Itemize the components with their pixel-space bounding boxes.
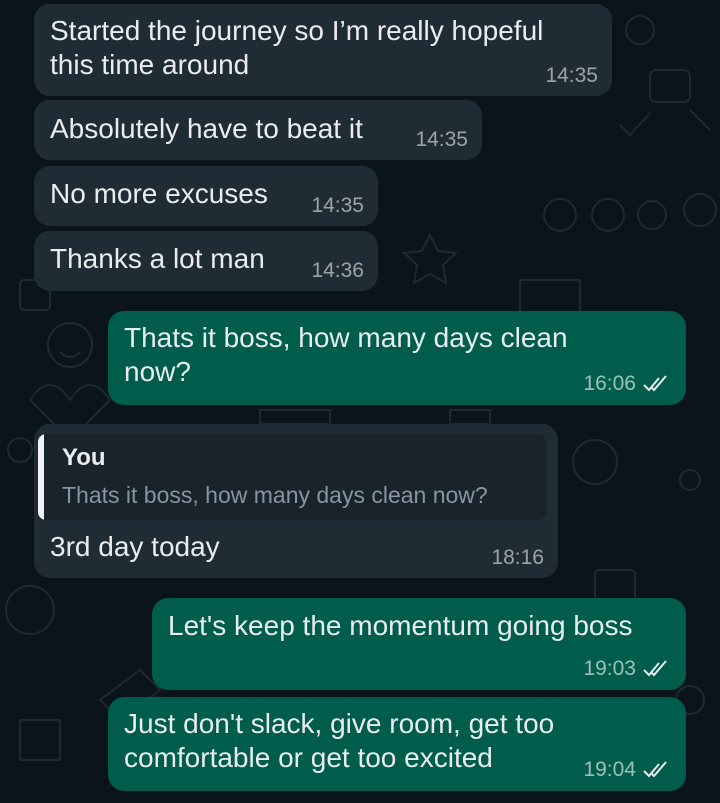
- message-meta: 19:04: [583, 758, 672, 782]
- quote-author: You: [62, 444, 106, 471]
- quote-text: Thats it boss, how many days clean now?: [62, 482, 488, 508]
- message-time: 14:35: [311, 194, 364, 217]
- message-bubble-outgoing[interactable]: Thats it boss, how many days clean now? …: [108, 311, 686, 405]
- message-time: 19:03: [583, 657, 636, 680]
- message-text: 3rd day today: [50, 531, 220, 562]
- smiley-icon: [47, 322, 93, 368]
- message-bubble-incoming[interactable]: No more excuses 14:35: [34, 166, 378, 226]
- message-meta: 14:35: [545, 64, 598, 88]
- message-meta: 18:16: [491, 546, 544, 570]
- double-check-read-icon: [643, 761, 667, 778]
- message-text: Absolutely have to beat it: [50, 113, 363, 144]
- message-bubble-incoming[interactable]: Thanks a lot man 14:36: [34, 231, 378, 291]
- double-check-read-icon: [643, 375, 667, 392]
- message-bubble-incoming[interactable]: Absolutely have to beat it 14:35: [34, 100, 482, 160]
- quoted-message[interactable]: You Thats it boss, how many days clean n…: [38, 434, 546, 520]
- message-text: Thats it boss, how many days clean now?: [124, 322, 568, 387]
- message-meta: 19:03: [583, 657, 672, 681]
- message-time: 14:35: [415, 128, 468, 151]
- rupee-icon: [572, 439, 618, 485]
- message-time: 18:16: [491, 546, 544, 569]
- message-meta: 14:36: [311, 259, 364, 283]
- message-time: 19:04: [583, 758, 636, 781]
- message-time: 14:36: [311, 259, 364, 282]
- message-bubble-outgoing[interactable]: Let's keep the momentum going boss 19:03: [152, 598, 686, 690]
- star-icon: [401, 232, 459, 285]
- message-time: 14:35: [545, 64, 598, 87]
- double-check-read-icon: [643, 660, 667, 677]
- message-text: Just don't slack, give room, get too com…: [124, 708, 555, 773]
- message-bubble-incoming[interactable]: Started the journey so I’m really hopefu…: [34, 4, 612, 96]
- message-bubble-outgoing[interactable]: Just don't slack, give room, get too com…: [108, 697, 686, 791]
- message-meta: 14:35: [311, 194, 364, 218]
- message-text: Thanks a lot man: [50, 243, 265, 274]
- message-text: No more excuses: [50, 178, 268, 209]
- message-meta: 14:35: [415, 128, 468, 152]
- message-meta: 16:06: [583, 372, 672, 396]
- message-text: Started the journey so I’m really hopefu…: [50, 15, 544, 80]
- message-text: Let's keep the momentum going boss: [168, 610, 633, 641]
- quote-accent-bar: [38, 434, 44, 520]
- dollar-icon: [683, 193, 717, 227]
- message-time: 16:06: [583, 372, 636, 395]
